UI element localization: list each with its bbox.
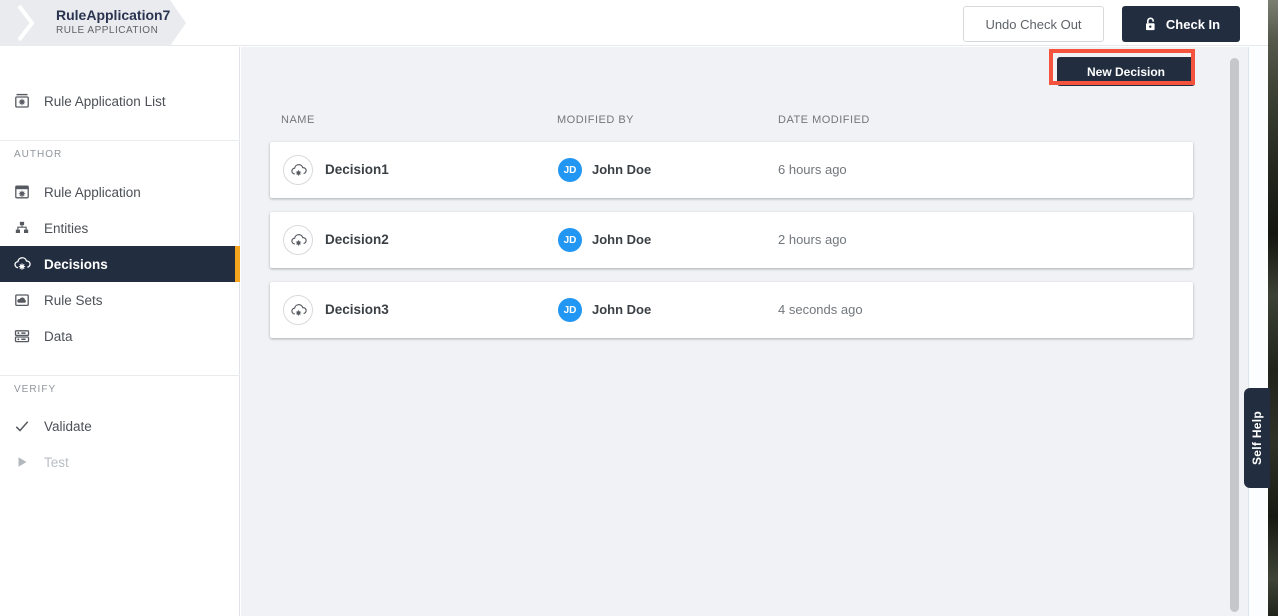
decision-icon [283,225,313,255]
avatar: JD [558,158,582,182]
sidebar-section-verify: VERIFY [14,384,56,395]
sidebar-item-rule-sets[interactable]: Rule Sets [0,282,240,318]
self-help-tab[interactable]: Self Help [1244,388,1270,488]
new-decision-button[interactable]: New Decision [1057,57,1195,86]
column-header-date-modified: DATE MODIFIED [778,114,870,126]
date-modified: 2 hours ago [778,212,847,268]
breadcrumb[interactable]: RuleApplication7 RULE APPLICATION [0,0,187,46]
sidebar-item-label: Decisions [44,257,108,272]
top-header: RuleApplication7 RULE APPLICATION Undo C… [0,0,1268,46]
divider [0,140,240,141]
play-icon [13,453,31,471]
sidebar: Rule Application List AUTHOR Rule Applic… [0,47,240,616]
desktop-background-strip [1268,0,1278,616]
sidebar-item-label: Data [44,329,73,344]
avatar: JD [558,228,582,252]
avatar: JD [558,298,582,322]
undo-check-out-button[interactable]: Undo Check Out [963,6,1104,42]
decision-icon [283,155,313,185]
check-in-label: Check In [1166,17,1220,32]
check-icon [13,417,31,435]
table-row[interactable]: Decision1 JD John Doe 6 hours ago [270,142,1193,198]
check-in-button[interactable]: Check In [1122,6,1240,42]
date-modified: 4 seconds ago [778,282,863,338]
sidebar-section-author: AUTHOR [14,149,62,160]
selected-indicator [235,246,240,282]
breadcrumb-app-name: RuleApplication7 [56,7,170,24]
sidebar-item-label: Entities [44,221,88,236]
decision-name: Decision1 [325,142,389,198]
decision-name: Decision2 [325,212,389,268]
app-window: RuleApplication7 RULE APPLICATION Undo C… [0,0,1278,616]
entities-icon [13,219,31,237]
decision-icon [283,295,313,325]
date-modified: 6 hours ago [778,142,847,198]
new-decision-label: New Decision [1087,65,1165,79]
decisions-icon [13,255,31,273]
table-row[interactable]: Decision3 JD John Doe 4 seconds ago [270,282,1193,338]
divider [0,375,240,376]
sidebar-item-rule-application[interactable]: Rule Application [0,174,240,210]
rule-application-list-icon [13,92,31,110]
self-help-label: Self Help [1250,411,1264,465]
sidebar-item-rule-application-list[interactable]: Rule Application List [0,83,240,119]
sidebar-item-data[interactable]: Data [0,318,240,354]
data-icon [13,327,31,345]
modified-by: John Doe [592,212,651,268]
decision-name: Decision3 [325,282,389,338]
sidebar-item-decisions[interactable]: Decisions [0,246,240,282]
lock-open-icon [1142,16,1158,32]
sidebar-item-label: Rule Application List [44,94,166,109]
undo-check-out-label: Undo Check Out [985,17,1081,32]
modified-by: John Doe [592,282,651,338]
sidebar-item-validate[interactable]: Validate [0,408,240,444]
rule-application-icon [13,183,31,201]
column-header-name: NAME [281,114,315,126]
sidebar-item-test[interactable]: Test [0,444,240,480]
modified-by: John Doe [592,142,651,198]
scrollbar-thumb[interactable] [1230,58,1239,612]
breadcrumb-app-type: RULE APPLICATION [56,24,170,37]
sidebar-item-label: Validate [44,419,92,434]
table-row[interactable]: Decision2 JD John Doe 2 hours ago [270,212,1193,268]
sidebar-item-label: Rule Sets [44,293,103,308]
sidebar-item-entities[interactable]: Entities [0,210,240,246]
rule-sets-icon [13,291,31,309]
sidebar-item-label: Test [44,455,69,470]
sidebar-item-label: Rule Application [44,185,141,200]
right-gutter [1248,47,1268,616]
breadcrumb-chevron-icon [16,0,36,46]
column-header-modified-by: MODIFIED BY [557,114,634,126]
